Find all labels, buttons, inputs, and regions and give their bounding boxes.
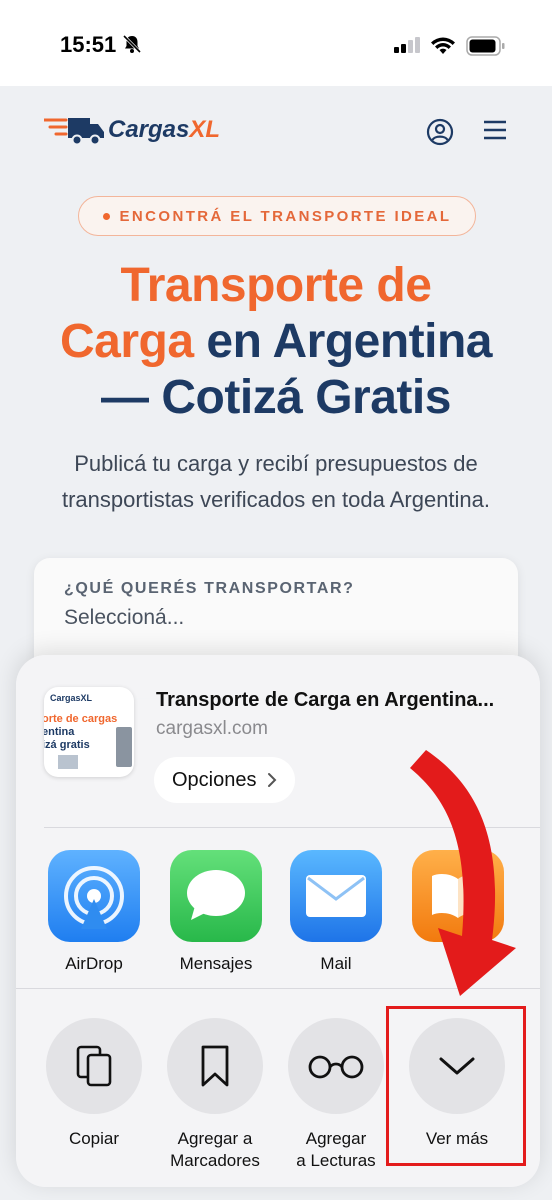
red-arrow-icon	[410, 750, 516, 996]
